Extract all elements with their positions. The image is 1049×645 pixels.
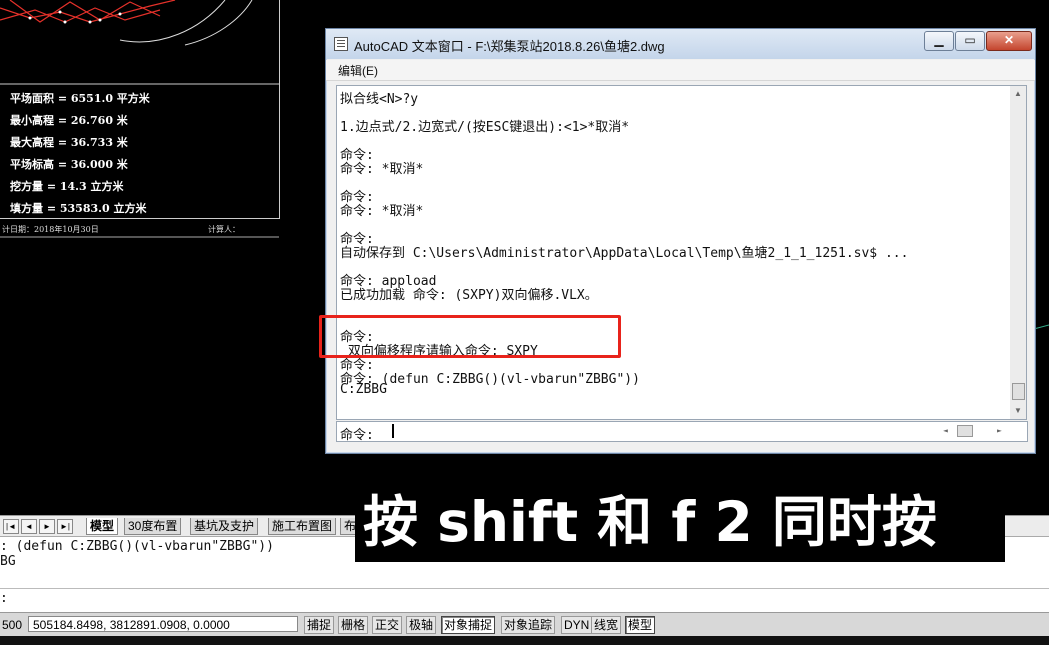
history-line: 已成功加载 命令: (SXPY)双向偏移.VLX。 <box>340 288 598 303</box>
info-grade-elevation: 平场标高 = 36.000 米 <box>10 158 128 171</box>
toggle-dyn[interactable]: DYN <box>561 616 593 634</box>
scale-value: 500 <box>2 618 23 632</box>
prev-tab-icon[interactable]: ◄ <box>21 519 37 534</box>
next-tab-icon[interactable]: ► <box>39 519 55 534</box>
toggle-lineweight[interactable]: 线宽 <box>591 616 622 634</box>
first-tab-icon[interactable]: |◄ <box>3 519 19 534</box>
text-history[interactable]: 拟合线<N>?y 1.边点式/2.边宽式/(按ESC键退出):<1>*取消* 命… <box>336 85 1012 420</box>
history-line: 命令: *取消* <box>340 204 424 219</box>
toggle-osnap[interactable]: 对象捕捉 <box>441 616 496 634</box>
minimize-button[interactable]: ▁ <box>924 31 954 51</box>
tab-layout-1[interactable]: 30度布置 <box>124 518 182 535</box>
info-area: 平场面积 = 6551.0 平方米 <box>10 92 150 105</box>
text-window[interactable]: AutoCAD 文本窗口 - F:\郑集泵站2018.8.26\鱼塘2.dwg … <box>325 28 1036 454</box>
tab-layout-3[interactable]: 施工布置图 <box>268 518 337 535</box>
command-line-prompt: : <box>0 591 8 606</box>
highlight-box <box>319 315 621 358</box>
command-line[interactable]: : <box>0 588 1049 613</box>
toggle-otrack[interactable]: 对象追踪 <box>501 616 556 634</box>
history-line: BG <box>0 554 16 569</box>
history-line: 1.边点式/2.边宽式/(按ESC键退出):<1>*取消* <box>340 120 630 135</box>
coordinates-display: 505184.8498, 3812891.0908, 0.0000 <box>28 616 298 632</box>
scroll-left-icon[interactable]: ◄ <box>943 426 948 435</box>
title-bar[interactable]: AutoCAD 文本窗口 - F:\郑集泵站2018.8.26\鱼塘2.dwg … <box>326 29 1035 59</box>
vertical-scrollbar[interactable]: ▲ ▼ <box>1010 85 1027 420</box>
history-line: 命令: *取消* <box>340 162 424 177</box>
history-line: : (defun C:ZBBG()(vl-vbarun"ZBBG")) <box>0 539 274 554</box>
ibeam-cursor-icon <box>710 427 712 443</box>
command-prompt: 命令: <box>340 428 374 443</box>
menu-edit[interactable]: 编辑(E) <box>338 62 378 79</box>
close-button[interactable]: ✕ <box>986 31 1032 51</box>
horizontal-scrollbar[interactable]: ◄ ► <box>943 424 1007 438</box>
menu-bar: 编辑(E) <box>326 60 1035 81</box>
tab-model[interactable]: 模型 <box>86 518 119 535</box>
tab-layout-2[interactable]: 基坑及支护 <box>190 518 259 535</box>
window-title: AutoCAD 文本窗口 - F:\郑集泵站2018.8.26\鱼塘2.dwg <box>354 39 665 54</box>
history-line: 自动保存到 C:\Users\Administrator\AppData\Loc… <box>340 246 909 261</box>
toggle-grid[interactable]: 栅格 <box>338 616 369 634</box>
toggle-ortho[interactable]: 正交 <box>372 616 403 634</box>
video-subtitle: 按 shift 和 f 2 同时按 <box>355 482 1005 562</box>
history-line: C:ZBBG <box>340 382 387 397</box>
scroll-thumb[interactable] <box>1012 383 1025 400</box>
info-cut-volume: 挖方量 = 14.3 立方米 <box>10 180 124 193</box>
bottom-strip <box>0 636 1049 645</box>
toggle-snap[interactable]: 捕捉 <box>304 616 335 634</box>
scroll-right-icon[interactable]: ► <box>997 426 1002 435</box>
toggle-model[interactable]: 模型 <box>625 616 656 634</box>
status-bar: 500 505184.8498, 3812891.0908, 0.0000 捕捉… <box>0 612 1049 637</box>
history-line: 拟合线<N>?y <box>340 92 419 107</box>
h-scroll-thumb[interactable] <box>957 425 973 437</box>
calc-label: 计算人： <box>208 225 240 234</box>
info-fill-volume: 填方量 = 53583.0 立方米 <box>10 202 147 215</box>
window-icon <box>334 37 348 51</box>
scroll-down-icon[interactable]: ▼ <box>1014 406 1022 415</box>
command-input[interactable]: 命令: ◄ ► <box>336 421 1028 443</box>
date-label: 计日期：2018年10月30日 <box>2 225 99 234</box>
scroll-up-icon[interactable]: ▲ <box>1014 89 1022 98</box>
info-min-elevation: 最小高程 = 26.760 米 <box>10 114 128 127</box>
text-caret <box>392 424 394 438</box>
info-max-elevation: 最大高程 = 36.733 米 <box>10 136 128 149</box>
toggle-polar[interactable]: 极轴 <box>406 616 437 634</box>
maximize-button[interactable]: ▭ <box>955 31 985 51</box>
last-tab-icon[interactable]: ►| <box>57 519 73 534</box>
